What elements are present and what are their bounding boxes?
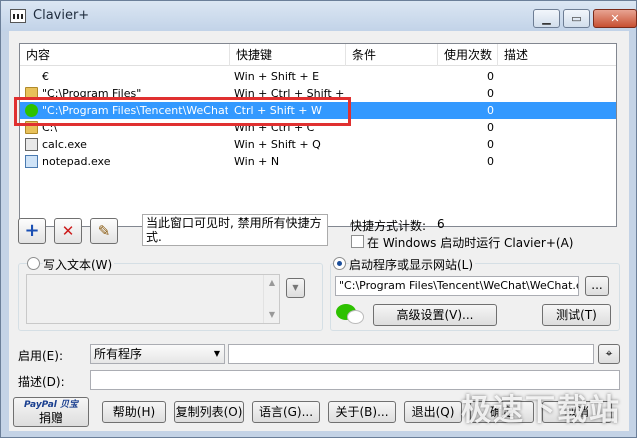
- delete-shortcut-button[interactable]: ✕: [54, 218, 82, 244]
- scroll-up-icon[interactable]: ▲: [264, 275, 279, 291]
- condition-field[interactable]: [228, 344, 594, 364]
- maximize-button[interactable]: ▭: [563, 9, 590, 28]
- language-button[interactable]: 语言(G)...: [252, 401, 320, 423]
- row-uses: 0: [487, 104, 494, 117]
- column-header-hotkey[interactable]: 快捷键: [230, 44, 346, 66]
- wechat-icon: [25, 104, 38, 117]
- column-header-description[interactable]: 描述: [498, 44, 616, 66]
- add-shortcut-button[interactable]: +: [18, 218, 46, 244]
- row-hotkey: Win + Shift + Q: [234, 138, 321, 151]
- folder-icon: [25, 87, 38, 100]
- exit-button[interactable]: 退出(Q): [404, 401, 462, 423]
- help-button[interactable]: 帮助(H): [102, 401, 166, 423]
- write-text-label: 写入文本(W): [43, 256, 115, 273]
- list-header: 内容 快捷键 条件 使用次数 描述: [20, 44, 616, 66]
- shortcut-count-label: 快捷方式计数:: [350, 219, 427, 233]
- list-item[interactable]: calc.exe Win + Shift + Q 0: [20, 136, 616, 153]
- donate-label: 捐赠: [38, 411, 63, 425]
- row-content: calc.exe: [42, 138, 87, 151]
- row-content: notepad.exe: [42, 155, 111, 168]
- row-uses: 0: [487, 155, 494, 168]
- enable-select-value: 所有程序: [94, 347, 143, 361]
- title-bar[interactable]: Clavier+ ▁ ▭ ✕: [1, 1, 637, 31]
- row-uses: 0: [487, 70, 494, 83]
- row-hotkey: Win + Ctrl + C: [234, 121, 315, 134]
- column-header-uses[interactable]: 使用次数: [438, 44, 498, 66]
- paypal-donate-button[interactable]: PayPal 贝宝 捐赠: [13, 397, 89, 427]
- app-window: Clavier+ ▁ ▭ ✕ 内容 快捷键 条件 使用次数 描述 € Win + …: [0, 0, 637, 438]
- watermark: 极速下载站: [461, 393, 621, 428]
- test-button[interactable]: 测试(T): [542, 304, 611, 326]
- window-title: Clavier+: [33, 8, 90, 23]
- dialog-body: 内容 快捷键 条件 使用次数 描述 € Win + Shift + E 0 "C:\P…: [9, 31, 629, 431]
- row-content: C:\: [42, 121, 58, 134]
- list-item[interactable]: C:\ Win + Ctrl + C 0: [20, 119, 616, 136]
- column-header-condition[interactable]: 条件: [346, 44, 438, 66]
- edit-shortcut-button[interactable]: ✎: [90, 218, 118, 244]
- run-on-startup-checkbox[interactable]: [351, 235, 364, 248]
- enable-select[interactable]: 所有程序 ▼: [90, 344, 225, 364]
- chevron-down-icon: ▼: [213, 349, 220, 358]
- row-content: "C:\Program Files": [42, 87, 142, 100]
- row-uses: 0: [487, 87, 494, 100]
- list-item[interactable]: "C:\Program Files" Win + Ctrl + Shift + P…: [20, 85, 616, 102]
- wechat-icon: [336, 304, 366, 326]
- close-button[interactable]: ✕: [593, 9, 637, 28]
- run-on-startup-label: 在 Windows 启动时运行 Clavier+(A): [367, 236, 574, 250]
- launch-label: 启动程序或显示网站(L): [349, 256, 476, 273]
- row-uses: 0: [487, 121, 494, 134]
- advanced-settings-button[interactable]: 高级设置(V)...: [373, 304, 497, 326]
- launch-path-field[interactable]: "C:\Program Files\Tencent\WeChat\WeChat.…: [335, 276, 579, 296]
- copy-list-button[interactable]: 复制列表(O): [174, 401, 244, 423]
- browse-button[interactable]: ...: [585, 276, 609, 296]
- column-header-content[interactable]: 内容: [20, 44, 230, 66]
- keyboard-icon: [10, 9, 26, 23]
- scroll-down-icon[interactable]: ▼: [264, 307, 279, 323]
- minimize-button[interactable]: ▁: [533, 9, 560, 28]
- about-button[interactable]: 关于(B)...: [328, 401, 396, 423]
- row-hotkey: Win + Shift + E: [234, 70, 320, 83]
- list-item[interactable]: "C:\Program Files\Tencent\WeChat\... Ctrl…: [20, 102, 616, 119]
- shortcut-list[interactable]: 内容 快捷键 条件 使用次数 描述 € Win + Shift + E 0 "C:\P…: [19, 43, 617, 227]
- disable-notice: 当此窗口可见时, 禁用所有快捷方式.: [142, 214, 328, 246]
- notepad-icon: [25, 155, 38, 168]
- description-label: 描述(D):: [18, 375, 65, 389]
- shortcut-count-value: 6: [437, 217, 445, 231]
- blank-icon: [25, 70, 38, 83]
- launch-radio[interactable]: [333, 257, 346, 270]
- write-text-radio[interactable]: [27, 257, 40, 270]
- folder-icon: [25, 121, 38, 134]
- calculator-icon: [25, 138, 38, 151]
- row-hotkey: Ctrl + Shift + W: [234, 104, 322, 117]
- row-hotkey: Win + N: [234, 155, 280, 168]
- text-options-dropdown[interactable]: ▼: [286, 278, 305, 298]
- row-hotkey: Win + Ctrl + Shift + P: [234, 87, 346, 100]
- row-uses: 0: [487, 138, 494, 151]
- list-item[interactable]: € Win + Shift + E 0: [20, 68, 616, 85]
- write-text-area[interactable]: ▲ ▼: [26, 274, 280, 324]
- row-content: "C:\Program Files\Tencent\WeChat\...: [42, 104, 228, 117]
- enable-label: 启用(E):: [18, 349, 63, 363]
- write-text-scrollbar[interactable]: ▲ ▼: [263, 275, 279, 323]
- row-content: €: [42, 70, 49, 83]
- list-item[interactable]: notepad.exe Win + N 0: [20, 153, 616, 170]
- crosshair-icon[interactable]: ⌖: [598, 344, 620, 364]
